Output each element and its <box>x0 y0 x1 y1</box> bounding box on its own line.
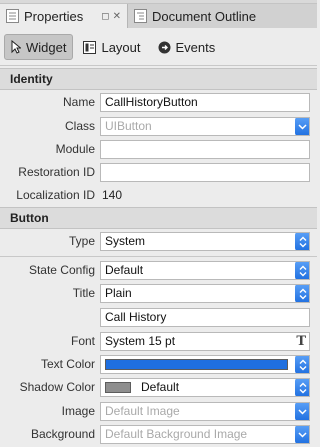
restoration-id-row: Restoration ID <box>0 163 317 183</box>
restoration-id-label: Restoration ID <box>18 165 95 179</box>
state-config-label: State Config <box>28 263 95 277</box>
type-label: Type <box>68 234 95 248</box>
button-section-header: Button <box>0 207 317 229</box>
name-label: Name <box>62 95 95 109</box>
text-color-label: Text Color <box>40 357 95 371</box>
state-config-row: State Config Default <box>0 261 317 281</box>
background-combo[interactable]: Default Background Image <box>100 425 310 444</box>
events-label: Events <box>175 39 216 55</box>
name-row: Name CallHistoryButton <box>0 93 317 113</box>
class-row: Class UIButton <box>0 117 317 137</box>
chevron-updown-icon[interactable] <box>295 233 309 250</box>
identity-section-header: Identity <box>0 68 317 90</box>
tab-properties[interactable]: Properties ◻ ✕ <box>0 4 128 28</box>
layout-button[interactable]: Layout <box>76 34 147 60</box>
image-row: Image Default Image <box>0 402 317 422</box>
shadow-color-picker[interactable]: Default <box>100 378 310 397</box>
layout-label: Layout <box>101 39 141 55</box>
image-combo[interactable]: Default Image <box>100 402 310 421</box>
class-field[interactable]: UIButton <box>100 117 310 136</box>
module-label: Module <box>55 142 95 156</box>
close-icon[interactable]: ✕ <box>113 11 121 22</box>
font-value: System 15 pt <box>105 334 176 348</box>
module-row: Module <box>0 140 317 160</box>
inspector-toolbar: Widget Layout Events <box>0 29 317 66</box>
background-label: Background <box>30 427 95 441</box>
text-color-row: Text Color <box>0 355 317 375</box>
class-placeholder: UIButton <box>105 119 152 133</box>
shadow-color-value: Default <box>141 380 180 394</box>
title-mode-value: Plain <box>105 286 132 300</box>
font-field[interactable]: System 15 pt T <box>100 332 310 351</box>
cursor-icon <box>11 40 21 54</box>
localization-id-label: Localization ID <box>16 188 95 202</box>
events-button[interactable]: Events <box>151 34 223 60</box>
text-color-picker[interactable] <box>100 355 310 374</box>
title-text-field[interactable]: Call History <box>100 308 310 327</box>
inspector-tab-bar: Properties ◻ ✕ Document Outline <box>0 4 317 28</box>
title-mode-select[interactable]: Plain <box>100 284 310 303</box>
widget-button[interactable]: Widget <box>4 34 74 60</box>
font-row: Font System 15 pt T <box>0 332 317 352</box>
font-label: Font <box>70 334 95 348</box>
chevron-down-icon[interactable] <box>295 118 309 135</box>
title-label: Title <box>72 286 95 300</box>
type-select[interactable]: System <box>100 232 310 251</box>
widget-label: Widget <box>26 39 67 55</box>
shadow-color-label: Shadow Color <box>19 380 95 394</box>
shadow-color-swatch <box>105 382 131 393</box>
outline-icon <box>134 9 147 23</box>
restoration-id-field[interactable] <box>100 163 310 182</box>
type-value: System <box>105 234 146 248</box>
localization-id-row: Localization ID 140 <box>0 186 317 206</box>
layout-icon <box>83 40 97 54</box>
title-text-row: Call History <box>0 308 317 328</box>
chevron-updown-icon[interactable] <box>295 379 309 396</box>
localization-id-value: 140 <box>102 188 123 202</box>
state-config-value: Default <box>105 263 144 277</box>
tab-document-outline-label: Document Outline <box>152 8 257 24</box>
events-icon <box>158 41 171 53</box>
state-config-select[interactable]: Default <box>100 261 310 280</box>
pin-icon[interactable]: ◻ <box>101 11 109 22</box>
image-placeholder: Default Image <box>105 404 180 418</box>
chevron-down-icon[interactable] <box>295 403 309 420</box>
tab-properties-label: Properties <box>24 8 84 24</box>
background-placeholder: Default Background Image <box>105 427 248 441</box>
type-row: Type System <box>0 232 317 252</box>
chevron-updown-icon[interactable] <box>295 356 309 373</box>
chevron-updown-icon[interactable] <box>295 285 309 302</box>
chevron-down-icon[interactable] <box>295 426 309 443</box>
title-row: Title Plain <box>0 284 317 304</box>
chevron-updown-icon[interactable] <box>295 262 309 279</box>
shadow-color-row: Shadow Color Default <box>0 378 317 398</box>
properties-icon <box>6 9 19 23</box>
module-field[interactable] <box>100 140 310 159</box>
text-color-swatch <box>105 359 288 370</box>
section-divider <box>0 256 317 257</box>
tab-document-outline[interactable]: Document Outline <box>128 4 317 28</box>
name-field[interactable]: CallHistoryButton <box>100 93 310 112</box>
class-label: Class <box>64 119 95 133</box>
background-row: Background Default Background Image <box>0 425 317 445</box>
image-label: Image <box>61 404 95 418</box>
font-icon[interactable]: T <box>296 333 306 350</box>
